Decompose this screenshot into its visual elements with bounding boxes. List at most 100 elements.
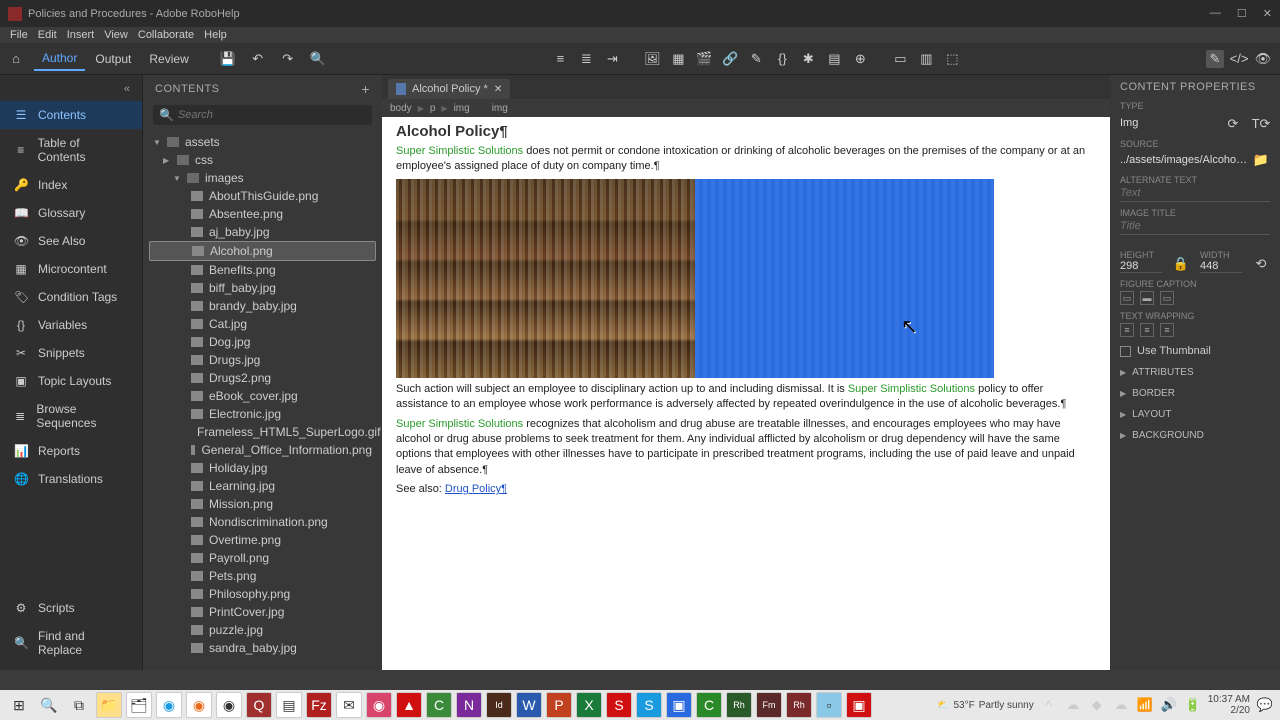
file-philosophy-png[interactable]: Philosophy.png: [149, 585, 376, 603]
file-ebook-cover-jpg[interactable]: eBook_cover.jpg: [149, 387, 376, 405]
notifications-icon[interactable]: 💬: [1256, 696, 1274, 714]
start-button[interactable]: ⊞: [6, 692, 32, 718]
nav-item-browse-sequences[interactable]: ≣Browse Sequences: [0, 395, 142, 437]
taskbar-app-explorer[interactable]: 📁: [96, 692, 122, 718]
figcap-above-icon[interactable]: ▭: [1160, 291, 1174, 305]
menu-edit[interactable]: Edit: [38, 29, 57, 41]
file-payroll-png[interactable]: Payroll.png: [149, 549, 376, 567]
folder-assets[interactable]: ▼assets: [149, 133, 376, 151]
brand-link-3[interactable]: Super Simplistic Solutions: [396, 418, 523, 430]
wrap-right-icon[interactable]: ≡: [1160, 323, 1174, 337]
figcap-below-icon[interactable]: ▬: [1140, 291, 1154, 305]
taskbar-app-generic1[interactable]: Q: [246, 692, 272, 718]
list-bullet-icon[interactable]: ≡: [551, 50, 569, 68]
menu-insert[interactable]: Insert: [67, 29, 95, 41]
taskbar-app-slack[interactable]: ◉: [366, 692, 392, 718]
tray-volume-icon[interactable]: 🔊: [1160, 696, 1178, 714]
insert-marker-icon[interactable]: ✎: [747, 50, 765, 68]
nav-item-variables[interactable]: {}Variables: [0, 311, 142, 339]
nav-item-glossary[interactable]: 📖Glossary: [0, 199, 142, 227]
menu-view[interactable]: View: [104, 29, 128, 41]
reset-size-icon[interactable]: ⟲: [1252, 255, 1270, 273]
close-window-button[interactable]: ✕: [1263, 7, 1272, 20]
nav-item-translations[interactable]: 🌐Translations: [0, 465, 142, 493]
nav-item-snippets[interactable]: ✂Snippets: [0, 339, 142, 367]
insert-link-icon[interactable]: 🔗: [721, 50, 739, 68]
file-general-office-information-png[interactable]: General_Office_Information.png: [149, 441, 376, 459]
nav-item-table-of-contents[interactable]: ≡Table of Contents: [0, 129, 142, 171]
nav-item-reports[interactable]: 📊Reports: [0, 437, 142, 465]
height-value[interactable]: 298: [1120, 260, 1162, 273]
taskbar-app-captivate[interactable]: C: [426, 692, 452, 718]
tray-app-icon[interactable]: ◆: [1088, 696, 1106, 714]
taskbar-app-excel[interactable]: X: [576, 692, 602, 718]
taskbar-app-generic4[interactable]: ▣: [846, 692, 872, 718]
file-mission-png[interactable]: Mission.png: [149, 495, 376, 513]
taskbar-app-word[interactable]: W: [516, 692, 542, 718]
file-sandra-baby-jpg[interactable]: sandra_baby.jpg: [149, 639, 376, 657]
image-title-input[interactable]: [1120, 218, 1270, 235]
inserted-image[interactable]: ↖: [396, 179, 994, 378]
document-content[interactable]: Alcohol Policy¶ Super Simplistic Solutio…: [382, 117, 1110, 670]
taskbar-app-chrome[interactable]: ◉: [216, 692, 242, 718]
tray-onedrive-icon[interactable]: ☁: [1064, 696, 1082, 714]
close-tab-icon[interactable]: ✕: [494, 84, 502, 95]
tab-review[interactable]: Review: [141, 48, 196, 70]
file-absentee-png[interactable]: Absentee.png: [149, 205, 376, 223]
file-brandy-baby-jpg[interactable]: brandy_baby.jpg: [149, 297, 376, 315]
frame-icon[interactable]: ⬚: [943, 50, 961, 68]
wrap-left-icon[interactable]: ≡: [1120, 323, 1134, 337]
collapse-rail-icon[interactable]: «: [0, 81, 142, 101]
browse-source-icon[interactable]: 📁: [1252, 151, 1270, 169]
file-drugs2-png[interactable]: Drugs2.png: [149, 369, 376, 387]
menu-collaborate[interactable]: Collaborate: [138, 29, 194, 41]
taskbar-app-rh1[interactable]: Rh: [726, 692, 752, 718]
refresh-icon[interactable]: ⟳: [1224, 115, 1242, 133]
taskbar-weather[interactable]: ⛅ 53°F Partly sunny: [937, 700, 1034, 711]
nav-item-topic-layouts[interactable]: ▣Topic Layouts: [0, 367, 142, 395]
taskbar-app-mail[interactable]: ✉: [336, 692, 362, 718]
file-frameless-html5-superlogo-gif[interactable]: Frameless_HTML5_SuperLogo.gif: [149, 423, 376, 441]
breadcrumb-img1[interactable]: img: [454, 103, 470, 114]
tray-battery-icon[interactable]: 🔋: [1184, 696, 1202, 714]
taskbar-app-generic3[interactable]: ▫: [816, 692, 842, 718]
nav-item-condition-tags[interactable]: 🏷Condition Tags: [0, 283, 142, 311]
minimize-button[interactable]: —: [1210, 7, 1221, 20]
breadcrumb-img2[interactable]: img: [492, 103, 508, 114]
list-numbered-icon[interactable]: ≣: [577, 50, 595, 68]
file-pets-png[interactable]: Pets.png: [149, 567, 376, 585]
insert-symbol-icon[interactable]: ✱: [799, 50, 817, 68]
width-value[interactable]: 448: [1200, 260, 1242, 273]
file-holiday-jpg[interactable]: Holiday.jpg: [149, 459, 376, 477]
taskbar-app-firefox[interactable]: ◉: [186, 692, 212, 718]
taskbar-app-camtasia[interactable]: C: [696, 692, 722, 718]
file-electronic-jpg[interactable]: Electronic.jpg: [149, 405, 376, 423]
section-icon[interactable]: ▥: [917, 50, 935, 68]
section-border[interactable]: ▶BORDER: [1120, 388, 1270, 399]
insert-variable-icon[interactable]: {}: [773, 50, 791, 68]
taskbar-app-files[interactable]: 🗂: [126, 692, 152, 718]
alt-text-input[interactable]: [1120, 185, 1270, 202]
tab-output[interactable]: Output: [87, 48, 139, 70]
taskbar-app-fm[interactable]: Fm: [756, 692, 782, 718]
insert-snippet-icon[interactable]: ▤: [825, 50, 843, 68]
file-puzzle-jpg[interactable]: puzzle.jpg: [149, 621, 376, 639]
breadcrumb-body[interactable]: body: [390, 103, 412, 114]
brand-link-1[interactable]: Super Simplistic Solutions: [396, 145, 523, 157]
menu-file[interactable]: File: [10, 29, 28, 41]
taskbar-app-rh2[interactable]: Rh: [786, 692, 812, 718]
nav-item-see-also[interactable]: 👁See Also: [0, 227, 142, 255]
redo-icon[interactable]: ↷: [279, 50, 297, 68]
home-icon[interactable]: ⌂: [8, 51, 24, 67]
breadcrumb-p[interactable]: p: [430, 103, 436, 114]
file-cat-jpg[interactable]: Cat.jpg: [149, 315, 376, 333]
figcap-none-icon[interactable]: ▭: [1120, 291, 1134, 305]
file-drugs-jpg[interactable]: Drugs.jpg: [149, 351, 376, 369]
brand-link-2[interactable]: Super Simplistic Solutions: [848, 383, 975, 395]
taskbar-search-icon[interactable]: 🔍: [36, 692, 62, 718]
nav-item-index[interactable]: 🔑Index: [0, 171, 142, 199]
tab-author[interactable]: Author: [34, 47, 85, 71]
search-input[interactable]: [178, 109, 366, 121]
nav-item-microcontent[interactable]: ▦Microcontent: [0, 255, 142, 283]
file-nondiscrimination-png[interactable]: Nondiscrimination.png: [149, 513, 376, 531]
